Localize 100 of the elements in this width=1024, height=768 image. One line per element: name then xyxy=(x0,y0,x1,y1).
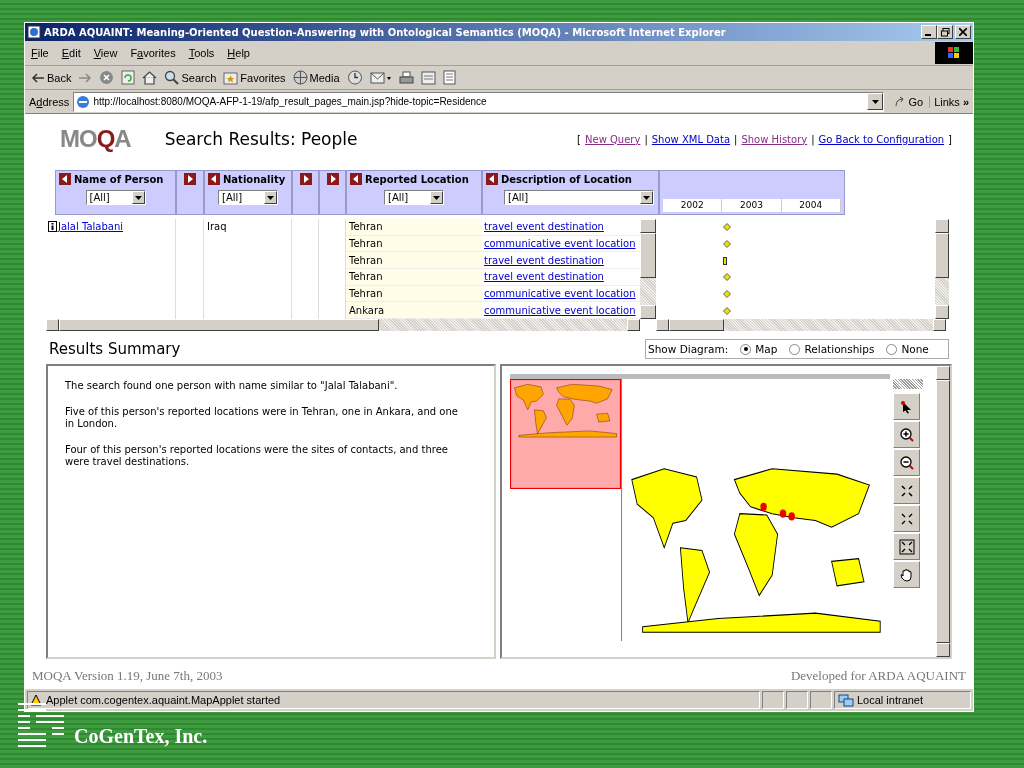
star-folder-icon xyxy=(223,70,239,85)
scrollbar[interactable] xyxy=(640,219,656,319)
browser-icon xyxy=(27,25,41,39)
description-link[interactable]: communicative event location xyxy=(484,304,636,316)
description-link[interactable]: communicative event location xyxy=(484,287,636,299)
menu-item[interactable]: View xyxy=(93,47,118,59)
summary-text: Five of this person's reported locations were in Tehran, one in Ankara, and one in London. xyxy=(65,406,459,430)
menu-item[interactable]: File xyxy=(31,47,49,59)
table-cell: Tehran xyxy=(346,252,482,268)
diamond-marker xyxy=(723,240,731,248)
scrollbar[interactable] xyxy=(656,319,946,331)
minimize-button[interactable] xyxy=(921,25,937,39)
caret-icon xyxy=(643,195,650,200)
expand-tool-button[interactable] xyxy=(893,505,920,532)
go-button[interactable]: Go xyxy=(888,95,931,108)
radio-option[interactable]: None xyxy=(886,343,929,355)
radio-button[interactable] xyxy=(886,343,898,355)
search-button[interactable]: Search xyxy=(162,67,219,88)
nav-link[interactable]: Show XML Data xyxy=(651,133,731,145)
menu-item[interactable]: Help xyxy=(227,47,250,59)
info-icon[interactable] xyxy=(48,221,57,232)
credit-text: Developed for ARDA AQUAINT xyxy=(790,668,966,684)
window-title: ARDA AQUAINT: Meaning-Oriented Question-Answering with Ontological Semantics (MOQA) - Microsoft Internet Explorer xyxy=(44,26,727,38)
filter-dropdown[interactable]: [All] xyxy=(85,190,146,205)
caret-icon xyxy=(134,195,142,200)
nav-link[interactable]: New Query xyxy=(585,133,641,145)
back-button[interactable]: Back xyxy=(29,67,74,88)
filter-dropdown[interactable]: [All] xyxy=(218,190,278,205)
caret-icon xyxy=(871,99,879,104)
pointer-tool-button[interactable] xyxy=(893,393,920,420)
maximize-button[interactable] xyxy=(937,25,953,39)
description-link[interactable]: travel event destination xyxy=(484,271,604,283)
grip-handle[interactable] xyxy=(893,379,923,389)
shrink-icon xyxy=(899,483,914,498)
table-cell: Tehran xyxy=(346,219,482,235)
warning-icon xyxy=(30,694,42,706)
media-button[interactable]: Media xyxy=(290,67,342,88)
radio-button[interactable] xyxy=(789,343,801,355)
options-label: Show Diagram: xyxy=(648,343,729,355)
windows-logo xyxy=(935,42,973,64)
status-panel xyxy=(762,691,784,709)
nav-link[interactable]: Show History xyxy=(741,133,808,145)
description-link[interactable]: travel event destination xyxy=(484,254,604,266)
summary-text: Four of this person's reported locations were the sites of contacts, and three were travel destinations. xyxy=(65,444,449,468)
discuss-button[interactable] xyxy=(440,67,458,88)
favorites-button[interactable]: Favorites xyxy=(221,67,288,88)
separator: | xyxy=(644,133,648,145)
left-arrow-icon xyxy=(31,71,45,84)
description-link[interactable]: communicative event location xyxy=(484,238,636,249)
description-link[interactable]: travel event destination xyxy=(484,221,604,233)
shrink-tool-button[interactable] xyxy=(893,477,920,504)
year-label: 2003 xyxy=(722,199,782,212)
scrollbar[interactable] xyxy=(46,319,640,331)
bracket: [ xyxy=(577,133,581,145)
globe-icon xyxy=(292,70,308,85)
zoom-out-icon xyxy=(898,454,915,471)
caret-icon xyxy=(433,195,440,200)
radio-option[interactable]: Relationships xyxy=(789,343,875,355)
filter-dropdown[interactable]: [All] xyxy=(504,190,654,205)
menu-item[interactable]: Tools xyxy=(188,47,215,59)
company-name: CoGenTex, Inc. xyxy=(74,725,208,748)
zone-text: Local intranet xyxy=(834,691,971,709)
clock-icon xyxy=(346,70,363,85)
year-label: 2004 xyxy=(781,199,841,212)
nav-link[interactable]: Go Back to Configuration xyxy=(818,133,945,145)
network-icon xyxy=(838,693,854,707)
scrollbar[interactable] xyxy=(935,219,949,319)
zoom-in-tool-button[interactable] xyxy=(893,421,920,448)
menu-item[interactable]: Favorites xyxy=(130,47,176,59)
radio-option[interactable]: Map xyxy=(740,343,778,355)
address-field[interactable]: http://localhost:8080/MOQA-AFP-1-19/afp_result_pages_main.jsp?hide-topic=Residence xyxy=(73,91,885,112)
status-panel xyxy=(786,691,808,709)
column-header: Name of Person xyxy=(74,173,164,185)
filter-dropdown[interactable]: [All] xyxy=(384,190,444,205)
zoom-in-icon xyxy=(898,426,915,443)
close-button[interactable] xyxy=(955,25,971,39)
radio-button[interactable] xyxy=(740,343,752,355)
close-icon xyxy=(959,28,967,36)
cursor-icon xyxy=(899,399,914,414)
menu-item[interactable]: Edit xyxy=(61,47,81,59)
scrollbar[interactable] xyxy=(936,366,950,657)
page-heading: Search Results: People xyxy=(164,129,358,149)
bar-marker xyxy=(723,256,727,265)
zoom-out-tool-button[interactable] xyxy=(893,449,920,476)
links-button[interactable]: Links » xyxy=(934,95,969,108)
pan-tool-button[interactable] xyxy=(893,561,920,588)
hand-icon xyxy=(898,566,915,583)
refresh-icon xyxy=(121,70,136,85)
table-cell: Iraq xyxy=(207,221,227,232)
diamond-marker xyxy=(723,289,731,298)
home-icon xyxy=(142,70,158,85)
document-edit-icon xyxy=(420,70,436,85)
section-title: Results Summary xyxy=(48,340,181,358)
dropdown-button[interactable] xyxy=(867,93,884,110)
bracket: ] xyxy=(948,133,952,145)
column-header: Reported Location xyxy=(365,173,469,185)
person-link[interactable]: Jalal Talabani xyxy=(58,221,124,232)
year-label: 2002 xyxy=(663,199,723,212)
full-extent-tool-button[interactable] xyxy=(893,533,920,560)
expand-icon xyxy=(899,511,914,526)
